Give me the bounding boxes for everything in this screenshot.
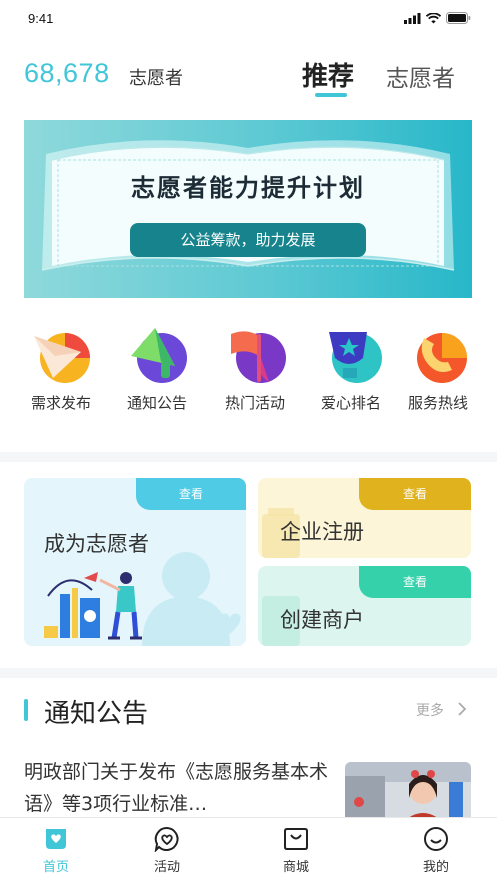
battery-icon [446, 12, 471, 24]
view-tag[interactable]: 查看 [359, 478, 471, 510]
tab-label: 活动 [153, 860, 180, 875]
tab-recommend[interactable]: 推荐 [302, 56, 354, 93]
quick-actions: 需求发布 通知公告 热门活动 爱心排名 服务热线 [0, 322, 497, 432]
status-bar: 9:41 [0, 0, 497, 40]
paper-plane-icon [34, 333, 90, 383]
chevron-right-icon [458, 702, 467, 716]
status-time: 9:41 [28, 11, 54, 26]
view-tag[interactable]: 查看 [359, 566, 471, 598]
quick-action-love-ranking[interactable]: 爱心排名 [303, 322, 399, 413]
create-merchant-card[interactable]: 查看 创建商户 [258, 566, 471, 646]
more-link[interactable]: 更多 [416, 700, 468, 720]
notice-item-title[interactable]: 明政部门关于发布《志愿服务基本术语》等3项行业标准… [24, 756, 330, 820]
view-tag[interactable]: 查看 [136, 478, 246, 510]
card-title: 创建商户 [280, 608, 364, 632]
megaphone-icon [131, 328, 187, 383]
volunteer-count-label: 志愿者 [129, 68, 183, 89]
tab-activity[interactable]: 活动 [127, 826, 207, 875]
header: 68,678 志愿者 推荐 志愿者 [0, 50, 497, 110]
signal-icon [404, 12, 421, 24]
tab-label: 商城 [282, 860, 309, 875]
quick-action-service-hotline[interactable]: 服务热线 [390, 322, 486, 413]
home-icon [46, 829, 66, 849]
enterprise-register-card[interactable]: 查看 企业注册 [258, 478, 471, 558]
section-divider [0, 668, 497, 678]
quick-action-label: 需求发布 [30, 394, 91, 412]
wifi-icon [426, 12, 441, 23]
section-accent-bar [24, 699, 28, 721]
quick-action-label: 服务热线 [407, 394, 468, 412]
status-icons [404, 12, 471, 24]
tab-volunteer[interactable]: 志愿者 [386, 59, 455, 93]
section-divider [0, 452, 497, 462]
notice-photo [345, 762, 471, 822]
quick-action-label: 爱心排名 [320, 394, 381, 412]
smiley-icon [424, 827, 448, 851]
quick-action-notice[interactable]: 通知公告 [109, 322, 205, 413]
banner[interactable]: 志愿者能力提升计划 公益筹款，助力发展 [24, 120, 472, 298]
quick-action-demand-publish[interactable]: 需求发布 [13, 322, 109, 413]
tab-label: 我的 [422, 860, 449, 875]
become-volunteer-card[interactable]: 查看 成为志愿者 [24, 478, 246, 646]
quick-action-label: 通知公告 [126, 394, 187, 412]
card-title: 成为志愿者 [44, 532, 149, 556]
banner-fundraise-button[interactable]: 公益筹款，助力发展 [130, 223, 366, 257]
trophy-icon [329, 332, 382, 383]
notice-item-thumbnail[interactable] [345, 762, 471, 822]
active-tab-indicator [315, 93, 347, 97]
banner-book-illustration [41, 140, 455, 271]
card-title: 企业注册 [280, 520, 364, 544]
more-label: 更多 [416, 703, 444, 719]
tab-home[interactable]: 首页 [16, 826, 96, 875]
banner-title: 志愿者能力提升计划 [131, 174, 365, 202]
shopping-bag-icon [284, 828, 308, 850]
notice-section-title: 通知公告 [44, 699, 149, 729]
heart-chat-icon [154, 826, 179, 852]
tab-mine[interactable]: 我的 [396, 826, 476, 875]
flag-icon [231, 331, 286, 383]
quick-action-label: 热门活动 [224, 394, 285, 412]
bottom-tab-bar: 首页 活动 商城 我的 [0, 817, 497, 883]
phone-icon [417, 333, 467, 383]
volunteer-count: 68,678 [24, 58, 110, 88]
tab-mall[interactable]: 商城 [256, 826, 336, 875]
quick-action-hot-activity[interactable]: 热门活动 [207, 322, 303, 413]
tab-label: 首页 [42, 860, 69, 875]
